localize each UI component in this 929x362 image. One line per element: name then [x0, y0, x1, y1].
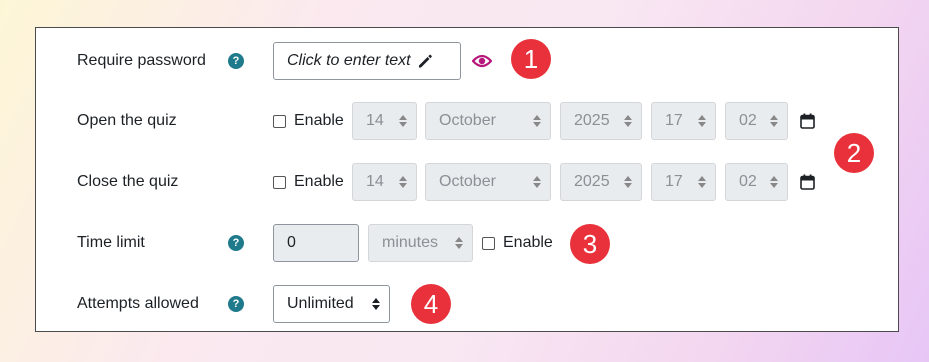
open-day-value: 14 — [366, 112, 384, 129]
enable-label: Enable — [503, 234, 553, 251]
require-password-label: Require password — [77, 52, 206, 69]
open-minute-select[interactable]: 02 — [725, 102, 788, 140]
attempts-label: Attempts allowed — [77, 295, 199, 312]
eye-icon[interactable] — [472, 53, 492, 69]
callout-badge-1: 1 — [511, 39, 551, 79]
close-year-value: 2025 — [574, 173, 610, 190]
select-arrows-icon — [770, 176, 778, 188]
close-year-select[interactable]: 2025 — [560, 163, 642, 201]
select-arrows-icon — [455, 237, 463, 249]
open-month-select[interactable]: October — [425, 102, 551, 140]
open-hour-value: 17 — [665, 112, 683, 129]
close-hour-select[interactable]: 17 — [651, 163, 716, 201]
close-quiz-row: Close the quiz Enable 14 October 2025 17… — [36, 163, 898, 201]
close-minute-select[interactable]: 02 — [725, 163, 788, 201]
password-placeholder: Click to enter text — [287, 52, 411, 69]
select-arrows-icon — [624, 115, 632, 127]
help-icon[interactable]: ? — [228, 53, 244, 69]
open-hour-select[interactable]: 17 — [651, 102, 716, 140]
require-password-row: Require password ? Click to enter text — [36, 42, 898, 80]
close-quiz-label: Close the quiz — [77, 173, 179, 190]
time-limit-label: Time limit — [77, 234, 145, 251]
checkbox[interactable] — [273, 175, 286, 189]
open-quiz-label: Open the quiz — [77, 112, 177, 129]
close-minute-value: 02 — [739, 173, 757, 190]
open-day-select[interactable]: 14 — [352, 102, 417, 140]
help-icon[interactable]: ? — [228, 296, 244, 312]
open-year-value: 2025 — [574, 112, 610, 129]
select-arrows-icon — [533, 176, 541, 188]
attempts-row: Attempts allowed ? Unlimited — [36, 285, 898, 323]
close-hour-value: 17 — [665, 173, 683, 190]
callout-badge-2: 2 — [834, 133, 874, 173]
enable-label: Enable — [294, 112, 344, 129]
time-limit-enable-checkbox[interactable]: Enable — [482, 234, 553, 252]
open-enable-checkbox[interactable]: Enable — [273, 112, 344, 130]
select-arrows-icon — [624, 176, 632, 188]
close-day-select[interactable]: 14 — [352, 163, 417, 201]
time-limit-input[interactable]: 0 — [273, 224, 359, 262]
callout-badge-4: 4 — [411, 284, 451, 324]
password-field[interactable]: Click to enter text — [273, 42, 461, 80]
quiz-settings-panel: Require password ? Click to enter text O… — [35, 27, 899, 332]
select-arrows-icon — [372, 298, 380, 310]
open-quiz-row: Open the quiz Enable 14 October 2025 17 … — [36, 102, 898, 140]
attempts-value: Unlimited — [287, 295, 354, 312]
close-month-value: October — [439, 173, 496, 190]
select-arrows-icon — [399, 176, 407, 188]
open-minute-value: 02 — [739, 112, 757, 129]
close-day-value: 14 — [366, 173, 384, 190]
close-enable-checkbox[interactable]: Enable — [273, 173, 344, 191]
time-unit-select[interactable]: minutes — [368, 224, 473, 262]
select-arrows-icon — [698, 115, 706, 127]
time-unit-value: minutes — [382, 234, 439, 251]
help-icon[interactable]: ? — [228, 235, 244, 251]
calendar-icon[interactable] — [800, 174, 815, 190]
callout-badge-3: 3 — [570, 224, 610, 264]
select-arrows-icon — [399, 115, 407, 127]
checkbox[interactable] — [273, 114, 286, 128]
pencil-icon[interactable] — [417, 53, 433, 69]
select-arrows-icon — [698, 176, 706, 188]
open-month-value: October — [439, 112, 496, 129]
time-limit-value: 0 — [287, 234, 296, 251]
select-arrows-icon — [770, 115, 778, 127]
calendar-icon[interactable] — [800, 113, 815, 129]
select-arrows-icon — [533, 115, 541, 127]
time-limit-row: Time limit ? 0 minutes Enable — [36, 224, 898, 262]
attempts-select[interactable]: Unlimited — [273, 285, 390, 323]
close-month-select[interactable]: October — [425, 163, 551, 201]
checkbox[interactable] — [482, 236, 495, 250]
open-year-select[interactable]: 2025 — [560, 102, 642, 140]
enable-label: Enable — [294, 173, 344, 190]
